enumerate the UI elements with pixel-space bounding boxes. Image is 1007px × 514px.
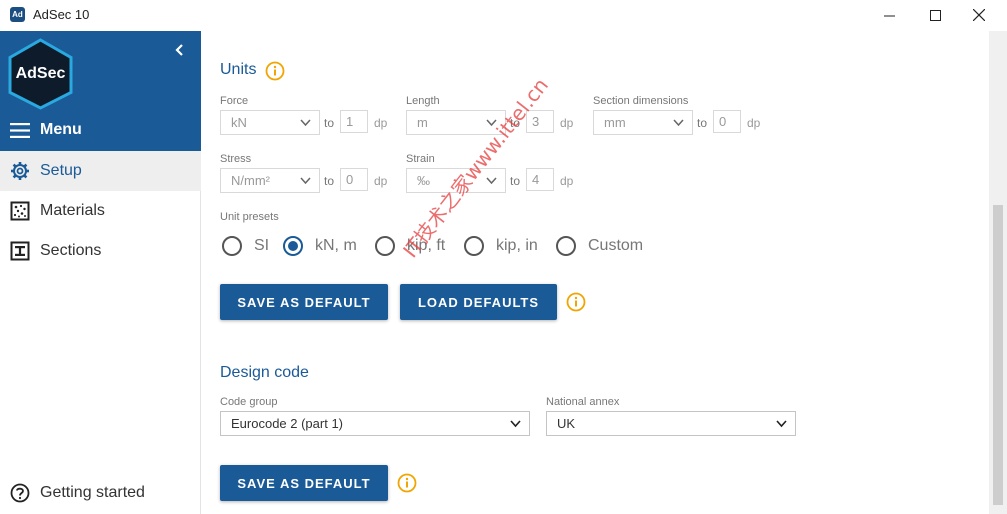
section-dimensions-unit-value: mm [604,115,626,130]
section-dimensions-dp-input[interactable]: 0 [713,110,741,133]
chevron-down-icon [510,420,521,428]
to-label: to [510,174,521,188]
national-annex-select[interactable]: UK [546,411,796,436]
preset-radio-kip-ft[interactable]: kip, ft [375,236,445,256]
app-icon: Ad [10,7,25,22]
length-unit-select[interactable]: m [406,110,506,135]
chevron-down-icon [673,119,684,127]
sidebar-item-setup[interactable]: Setup [0,151,201,191]
dp-label: dp [560,116,574,130]
dp-label: dp [374,174,388,188]
length-label: Length [406,95,440,107]
preset-radio-si[interactable]: SI [222,236,269,256]
design-code-save-as-default-button[interactable]: SAVE AS DEFAULT [220,465,388,501]
radio-circle [556,236,576,256]
radio-label: Custom [588,237,644,254]
sidebar-header: AdSec Menu [0,31,201,151]
preset-radio-custom[interactable]: Custom [556,236,643,256]
dp-label: dp [747,116,761,130]
force-unit-value: kN [231,115,247,130]
title-bar: Ad AdSec 10 [0,0,1007,31]
strain-unit-select[interactable]: ‰ [406,168,506,193]
sidebar-item-label: Getting started [40,484,145,501]
sidebar-item-sections[interactable]: Sections [0,231,201,271]
sidebar-item-getting-started[interactable]: Getting started [0,473,201,513]
logo-text: AdSec [15,65,66,82]
radio-circle [464,236,484,256]
strain-unit-value: ‰ [417,173,430,188]
close-icon [973,9,985,21]
sidebar: AdSec Menu Setup Materials Sections Gett… [0,31,201,514]
radio-circle [283,236,303,256]
radio-label: kip, ft [407,237,446,254]
preset-radio-kip-in[interactable]: kip, in [464,236,538,256]
chevron-down-icon [300,119,311,127]
length-unit-value: m [417,115,428,130]
units-save-as-default-button[interactable]: SAVE AS DEFAULT [220,284,388,320]
dp-label: dp [560,174,574,188]
stress-dp-input[interactable]: 0 [340,168,368,191]
radio-label: kN, m [315,237,357,254]
scrollbar-thumb[interactable] [993,205,1003,505]
national-annex-label: National annex [546,396,620,408]
unit-presets-label: Unit presets [220,211,279,223]
sidebar-item-label: Materials [40,202,105,219]
section-dimensions-label: Section dimensions [593,95,689,107]
stress-unit-select[interactable]: N/mm² [220,168,320,193]
chevron-down-icon [300,177,311,185]
info-icon[interactable] [265,61,285,81]
national-annex-value: UK [557,416,576,431]
radio-circle [375,236,395,256]
strain-dp-input[interactable]: 4 [526,168,554,191]
preset-radio-kn-m[interactable]: kN, m [283,236,357,256]
units-title: Units [220,61,257,78]
menu-label: Menu [40,121,82,138]
section-dimensions-unit-select[interactable]: mm [593,110,693,135]
chevron-left-icon[interactable] [173,43,187,57]
hamburger-icon [10,122,30,138]
minimize-button[interactable] [866,0,912,30]
radio-circle [222,236,242,256]
stress-unit-value: N/mm² [231,173,270,188]
radio-label: kip, in [496,237,538,254]
stress-label: Stress [220,153,252,165]
code-group-select[interactable]: Eurocode 2 (part 1) [220,411,530,436]
strain-label: Strain [406,153,435,165]
chevron-down-icon [486,177,497,185]
gear-icon [10,161,30,181]
design-code-title: Design code [220,364,309,381]
info-icon[interactable] [397,473,417,493]
force-dp-input[interactable]: 1 [340,110,368,133]
to-label: to [697,116,708,130]
close-button[interactable] [956,0,1002,30]
help-icon [10,483,30,503]
code-group-value: Eurocode 2 (part 1) [231,416,344,431]
sidebar-item-label: Sections [40,242,102,259]
to-label: to [324,116,335,130]
chevron-down-icon [486,119,497,127]
section-icon [10,241,30,261]
dp-label: dp [374,116,388,130]
maximize-icon [929,9,941,21]
chevron-down-icon [776,420,787,428]
window-title: AdSec 10 [33,7,90,22]
info-icon[interactable] [566,292,586,312]
minimize-icon [883,15,895,16]
sidebar-item-label: Setup [40,162,82,179]
force-label: Force [220,95,249,107]
maximize-button[interactable] [912,0,958,30]
to-label: to [324,174,335,188]
main-content: Units Force kN to 1 dp Length m to 3 dp … [201,31,989,514]
force-unit-select[interactable]: kN [220,110,320,135]
sidebar-item-materials[interactable]: Materials [0,191,201,231]
materials-icon [10,201,30,221]
menu-toggle[interactable]: Menu [10,121,82,139]
code-group-label: Code group [220,396,278,408]
radio-label: SI [254,237,270,254]
length-dp-input[interactable]: 3 [526,110,554,133]
to-label: to [510,116,521,130]
load-defaults-button[interactable]: LOAD DEFAULTS [400,284,557,320]
